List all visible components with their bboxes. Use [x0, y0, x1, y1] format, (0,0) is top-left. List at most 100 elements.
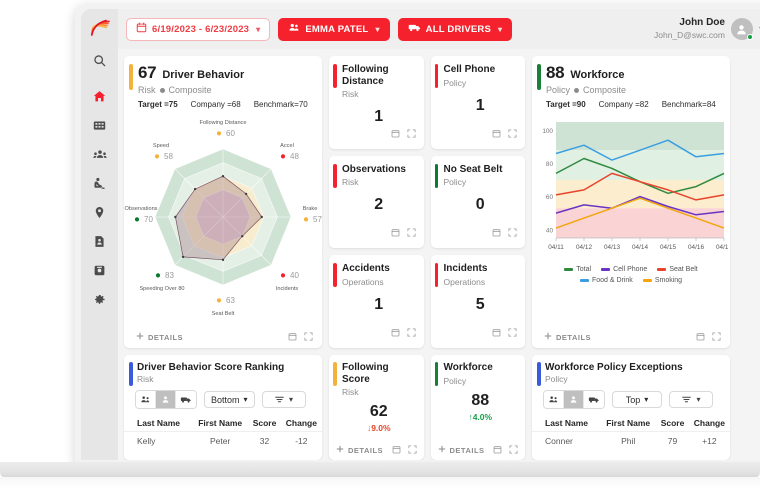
sort-direction-select[interactable]: Top ▾ — [612, 391, 662, 408]
legend-label: Total — [576, 266, 592, 273]
group-filter-button[interactable]: EMMA PATEL ▾ — [278, 17, 390, 41]
kpi-icons — [492, 125, 517, 143]
sidebar-item-drivers[interactable] — [86, 170, 114, 196]
legend-item[interactable]: Smoking — [642, 277, 682, 284]
card-footer-icons — [288, 328, 313, 346]
card-accent-bar — [434, 64, 438, 88]
sidebar-item-reports[interactable] — [86, 228, 114, 254]
bullet-icon — [574, 87, 580, 93]
sidebar-item-archive[interactable] — [86, 257, 114, 283]
table-row[interactable]: Conner Phil 79 +12 — [532, 431, 730, 450]
calendar-icon[interactable] — [492, 324, 501, 342]
filter-button[interactable]: ▾ — [261, 391, 306, 408]
sidebar-item-settings[interactable] — [86, 286, 114, 312]
legend-item[interactable]: Cell Phone — [601, 266, 647, 273]
entity-segmented-control[interactable] — [543, 390, 605, 409]
segment-truck-icon[interactable] — [176, 391, 196, 408]
table-row[interactable]: Kelly Peter 32 -12 — [124, 431, 322, 450]
sidebar-item-search[interactable] — [86, 47, 114, 73]
calendar-icon[interactable] — [391, 324, 400, 342]
calendar-icon[interactable] — [492, 224, 501, 242]
segment-truck-icon[interactable] — [584, 391, 604, 408]
kpi-card-cell-phone: Cell Phone Policy 1 — [430, 56, 525, 149]
sort-direction-select[interactable]: Bottom ▾ — [204, 391, 255, 408]
driver-filter-button[interactable]: ALL DRIVERS ▾ — [397, 17, 513, 41]
sidebar-item-dashboards[interactable] — [86, 112, 114, 138]
kpi-delta: ↓9.0% — [342, 423, 416, 433]
segment-group-icon[interactable] — [544, 391, 564, 408]
details-button[interactable]: DETAILS — [438, 445, 485, 455]
sidebar-item-home[interactable] — [86, 83, 114, 109]
cell-first-name: Peter — [192, 431, 249, 450]
column-first-name: First Name — [606, 418, 651, 428]
line-chart: 40 60 80 100 04/11 04/12 04/13 04/14 04/15 04/16 0… — [534, 116, 730, 266]
driver-filter-value: ALL DRIVERS — [425, 23, 492, 35]
top-bar: 6/19/2023 - 6/23/2023 ▾ EMMA PATEL ▾ ALL… — [118, 9, 760, 49]
legend-item[interactable]: Seat Belt — [657, 266, 698, 273]
details-button[interactable]: DETAILS — [136, 332, 183, 342]
expand-icon[interactable] — [407, 125, 416, 143]
calendar-icon[interactable] — [493, 441, 502, 459]
calendar-icon[interactable] — [492, 125, 501, 143]
expand-icon[interactable] — [712, 328, 721, 346]
calendar-icon[interactable] — [392, 441, 401, 459]
expand-icon[interactable] — [508, 224, 517, 242]
sidebar-item-locations[interactable] — [86, 199, 114, 225]
calendar-icon — [136, 22, 147, 36]
details-button[interactable]: DETAILS — [544, 332, 591, 342]
user-email: John_D@swc.com — [653, 29, 725, 40]
expand-icon[interactable] — [304, 328, 313, 346]
user-menu[interactable]: John Doe John_D@swc.com ▾ — [654, 17, 760, 40]
sidebar-item-teams[interactable] — [86, 141, 114, 167]
entity-segmented-control[interactable] — [135, 390, 197, 409]
radar-chart: Following Distance 60 Accel 48 Brake 57 Incide… — [124, 112, 322, 322]
expand-icon[interactable] — [408, 441, 417, 459]
legend-color-swatch — [564, 268, 574, 271]
card-accent-bar — [333, 362, 337, 386]
calendar-icon[interactable] — [288, 328, 297, 346]
cell-first-name: Phil — [600, 431, 657, 450]
screen: 6/19/2023 - 6/23/2023 ▾ EMMA PATEL ▾ ALL… — [81, 9, 760, 460]
kpi-card-no-seat-belt: No Seat Belt Policy 0 — [430, 155, 525, 249]
expand-icon[interactable] — [509, 441, 518, 459]
chevron-down-icon: ▾ — [243, 395, 248, 404]
table-title: Workforce Policy Exceptions — [545, 362, 683, 373]
expand-icon[interactable] — [407, 324, 416, 342]
details-label: DETAILS — [148, 332, 184, 342]
calendar-icon[interactable] — [391, 125, 400, 143]
kpi-title: Observations — [342, 163, 406, 175]
svg-text:57: 57 — [313, 215, 322, 224]
table-controls: Bottom ▾ ▾ — [124, 384, 322, 409]
card-subtitle: Risk Composite — [138, 85, 313, 95]
legend-color-swatch — [601, 268, 611, 271]
details-button[interactable]: DETAILS — [336, 445, 383, 455]
table-header-row: Last Name First Name Score Change — [532, 415, 730, 432]
card-type: Composite — [583, 85, 627, 95]
svg-text:58: 58 — [164, 152, 173, 161]
filter-button[interactable]: ▾ — [669, 391, 713, 408]
segment-group-icon[interactable] — [136, 391, 156, 408]
app-logo[interactable] — [85, 15, 115, 41]
details-label: DETAILS — [348, 445, 384, 455]
legend-color-swatch — [642, 279, 652, 282]
expand-icon[interactable] — [407, 224, 416, 242]
card-accent-bar — [434, 163, 438, 188]
segment-person-icon[interactable] — [156, 391, 176, 408]
kpi-card-observations: Observations Risk 2 — [329, 155, 424, 249]
details-label: DETAILS — [449, 445, 485, 455]
calendar-icon[interactable] — [696, 328, 705, 346]
legend-item[interactable]: Food & Drink — [579, 277, 633, 284]
date-range-picker[interactable]: 6/19/2023 - 6/23/2023 ▾ — [126, 17, 271, 41]
expand-icon[interactable] — [508, 324, 517, 342]
segment-person-icon[interactable] — [564, 391, 584, 408]
calendar-icon[interactable] — [391, 224, 400, 242]
chart-legend: Total Cell Phone Seat Belt Food & Drink Smok… — [532, 266, 730, 284]
card-targets: Target =90 Company =82 Benchmark=84 — [546, 100, 721, 109]
card-footer-icons — [493, 441, 518, 459]
kpi-icons — [492, 224, 517, 242]
avatar[interactable] — [730, 18, 753, 40]
legend-item[interactable]: Total — [564, 266, 591, 273]
kpi-icons — [391, 125, 416, 143]
chevron-down-icon: ▾ — [696, 395, 701, 404]
expand-icon[interactable] — [508, 125, 517, 143]
